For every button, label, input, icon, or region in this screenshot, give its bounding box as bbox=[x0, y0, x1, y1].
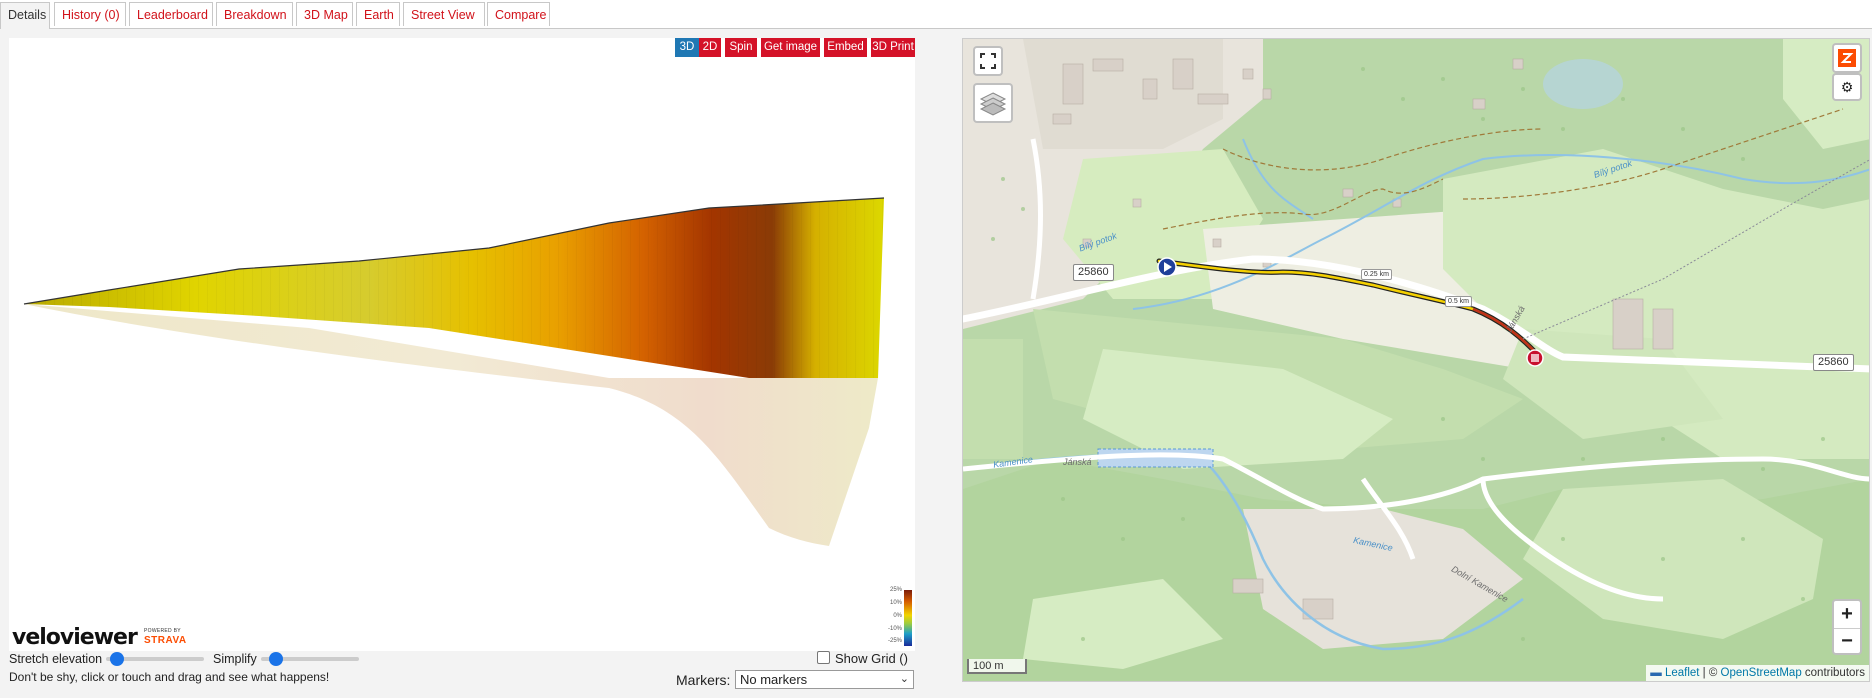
tab-compare[interactable]: Compare bbox=[487, 2, 550, 26]
stretch-elevation-label: Stretch elevation bbox=[9, 652, 103, 666]
profile-surface-shading bbox=[24, 198, 884, 378]
profile-toolbar: 3D 2D Spin Get image Embed 3D Print bbox=[675, 38, 915, 57]
strava-routes-button[interactable] bbox=[1832, 43, 1862, 73]
3d-print-button[interactable]: 3D Print bbox=[871, 38, 915, 57]
gradient-legend-bar bbox=[904, 590, 912, 646]
tab-history[interactable]: History (0) bbox=[54, 2, 126, 26]
markers-select-value: No markers bbox=[740, 672, 808, 687]
stretch-elevation-thumb[interactable] bbox=[110, 652, 125, 666]
map-tiles[interactable] bbox=[963, 39, 1870, 682]
route-finish-marker[interactable] bbox=[1526, 349, 1544, 367]
map-scale-bar: 100 m bbox=[967, 659, 1027, 674]
route-start-marker[interactable] bbox=[1157, 257, 1177, 277]
route-map[interactable]: 25860 25860 0.25 km 0.5 km Bílý potok Bí… bbox=[962, 38, 1870, 682]
gear-icon: ⚙ bbox=[1840, 79, 1854, 95]
leaflet-link[interactable]: Leaflet bbox=[1665, 667, 1700, 679]
tab-earth[interactable]: Earth bbox=[356, 2, 400, 26]
get-image-button[interactable]: Get image bbox=[761, 38, 820, 57]
chevron-down-icon: ⌄ bbox=[899, 673, 909, 685]
spin-button[interactable]: Spin bbox=[725, 38, 757, 57]
openstreetmap-link[interactable]: OpenStreetMap bbox=[1721, 667, 1802, 679]
tab-street-view[interactable]: Street View bbox=[403, 2, 485, 26]
place-label: Jánská bbox=[1063, 457, 1092, 467]
simplify-slider[interactable] bbox=[261, 652, 359, 666]
tab-details[interactable]: Details bbox=[0, 2, 50, 29]
map-attribution: ▬ Leaflet | © OpenStreetMap contributors bbox=[1646, 665, 1869, 681]
legend-label: 10% bbox=[889, 600, 902, 606]
legend-label: 0% bbox=[893, 613, 902, 619]
zoom-in-button[interactable]: + bbox=[1834, 601, 1860, 629]
tab-3d-map[interactable]: 3D Map bbox=[296, 2, 353, 26]
veloviewer-strava-logo: veloviewer POWERED BY STRAVA bbox=[12, 625, 192, 650]
legend-label: -25% bbox=[887, 638, 902, 644]
interaction-hint: Don't be shy, click or touch and drag an… bbox=[9, 670, 330, 684]
zoom-out-button[interactable]: − bbox=[1834, 629, 1860, 654]
show-grid-checkbox[interactable] bbox=[817, 651, 830, 664]
attribution-contributors: contributors bbox=[1801, 667, 1865, 679]
simplify-thumb[interactable] bbox=[269, 652, 284, 666]
embed-button[interactable]: Embed bbox=[824, 38, 867, 57]
powered-by-label: POWERED BY bbox=[144, 628, 181, 634]
attribution-separator: | © bbox=[1699, 667, 1721, 679]
zoom-control: + − bbox=[1832, 599, 1862, 655]
stretch-elevation-slider[interactable] bbox=[106, 652, 204, 666]
simplify-label: Simplify bbox=[213, 652, 257, 666]
view-2d-button[interactable]: 2D bbox=[699, 38, 721, 57]
map-settings-button[interactable]: ⚙ bbox=[1832, 73, 1862, 101]
elevation-profile-3d[interactable]: 3D 2D Spin Get image Embed 3D Print 25% … bbox=[9, 38, 915, 651]
markers-label: Markers: bbox=[676, 672, 731, 688]
tab-leaderboard[interactable]: Leaderboard bbox=[129, 2, 213, 26]
strava-logo: STRAVA bbox=[144, 635, 187, 646]
fullscreen-button[interactable] bbox=[973, 46, 1003, 76]
wetland bbox=[1543, 59, 1623, 109]
tab-bar: Details History (0) Leaderboard Breakdow… bbox=[0, 0, 1872, 29]
tab-breakdown[interactable]: Breakdown bbox=[216, 2, 293, 26]
fullscreen-icon bbox=[980, 53, 996, 69]
distance-marker-label: 0.25 km bbox=[1361, 269, 1392, 280]
veloviewer-logo: veloviewer bbox=[12, 625, 138, 650]
show-grid-label: Show Grid () bbox=[835, 651, 908, 666]
layers-icon bbox=[979, 92, 1007, 116]
elevation-profile-canvas[interactable] bbox=[9, 38, 915, 651]
legend-label: 25% bbox=[889, 587, 902, 593]
layers-button[interactable] bbox=[973, 83, 1013, 123]
legend-label: -10% bbox=[887, 626, 902, 632]
markers-select[interactable]: No markers ⌄ bbox=[735, 670, 914, 689]
ukraine-flag-icon: ▬ bbox=[1650, 667, 1662, 679]
distance-marker-label: 0.5 km bbox=[1445, 296, 1473, 307]
view-3d-button[interactable]: 3D bbox=[675, 38, 699, 57]
strava-z-icon bbox=[1838, 49, 1856, 67]
show-grid-toggle[interactable]: Show Grid () bbox=[817, 651, 908, 666]
road-label: 25860 bbox=[1073, 264, 1114, 281]
road-label: 25860 bbox=[1813, 354, 1854, 371]
